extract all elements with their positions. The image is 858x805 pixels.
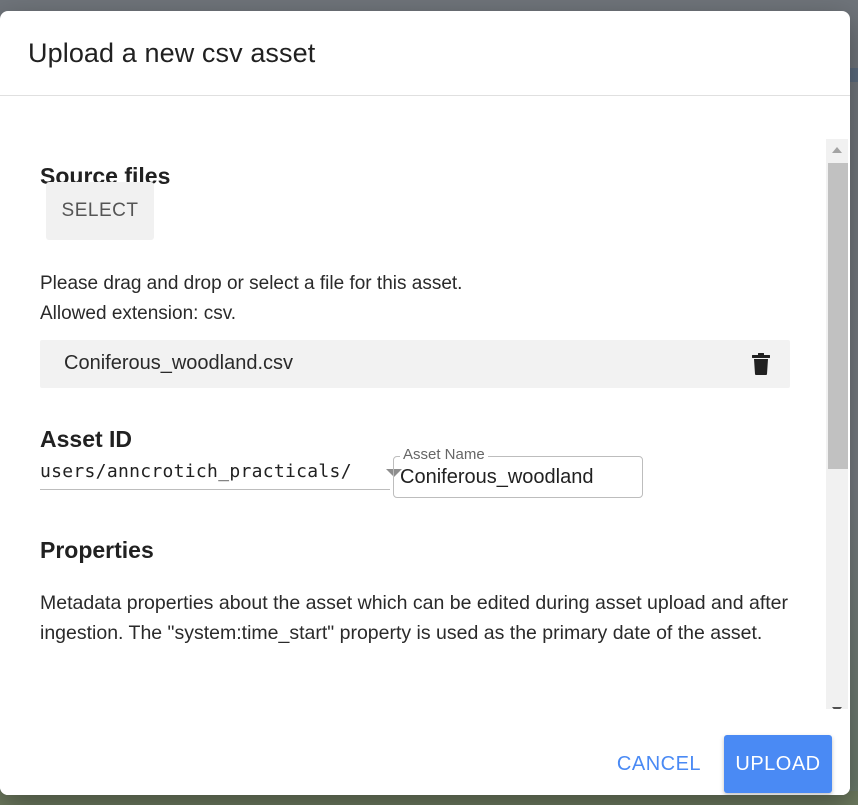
asset-name-field[interactable]: Asset Name xyxy=(393,447,643,498)
upload-button[interactable]: UPLOAD xyxy=(724,735,832,793)
cancel-button[interactable]: CANCEL xyxy=(605,737,713,791)
asset-id-heading: Asset ID xyxy=(40,426,133,452)
dialog-title: Upload a new csv asset xyxy=(28,38,316,68)
selected-file-name: Coniferous_woodland.csv xyxy=(64,352,294,374)
content-scrollbar[interactable] xyxy=(826,139,848,721)
trash-icon[interactable] xyxy=(750,352,772,376)
upload-asset-dialog: Upload a new csv asset Source files SELE… xyxy=(0,11,850,795)
dialog-header: Upload a new csv asset xyxy=(0,11,850,96)
dialog-footer: CANCEL UPLOAD xyxy=(0,709,850,795)
select-file-button[interactable]: SELECT xyxy=(46,182,154,240)
asset-name-input[interactable] xyxy=(400,466,636,489)
properties-description: Metadata properties about the asset whic… xyxy=(40,592,788,644)
drag-drop-help: Please drag and drop or select a file fo… xyxy=(40,273,463,294)
asset-name-label: Asset Name xyxy=(400,447,488,463)
selected-file-row: Coniferous_woodland.csv xyxy=(40,340,790,388)
properties-heading: Properties xyxy=(40,537,154,563)
scrollbar-thumb[interactable] xyxy=(828,163,848,469)
dialog-content[interactable]: Source files SELECT Please drag and drop… xyxy=(0,97,826,709)
asset-path-value: users/anncrotich_practicals/ xyxy=(40,461,352,482)
asset-path-dropdown[interactable]: users/anncrotich_practicals/ xyxy=(40,457,402,490)
allowed-extension-help: Allowed extension: csv. xyxy=(40,303,237,324)
scroll-up-arrow-icon[interactable] xyxy=(832,147,842,153)
